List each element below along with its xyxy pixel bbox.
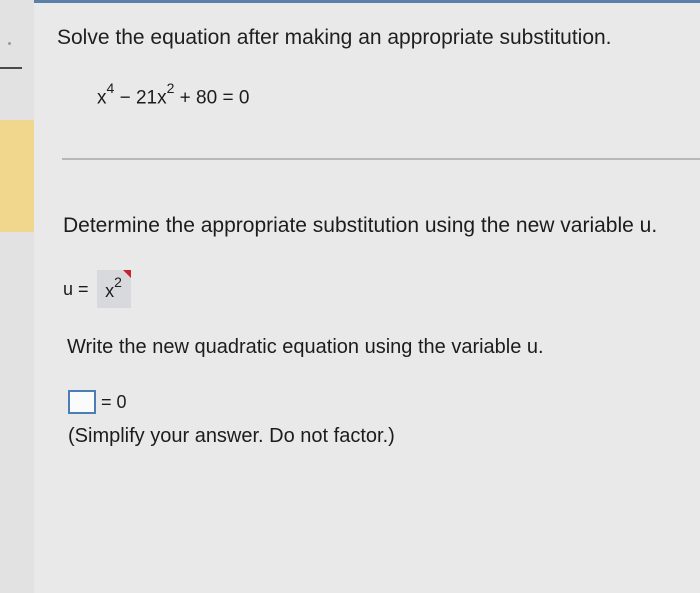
substitution-answer-base: x <box>105 281 115 301</box>
equation-base: x <box>97 87 107 109</box>
quadratic-rhs: = 0 <box>101 391 127 412</box>
quadratic-answer-row: = 0 <box>68 390 127 414</box>
top-accent-bar <box>0 0 700 3</box>
given-equation: x4 − 21x2 + 80 = 0 <box>97 80 250 109</box>
sidebar-marker <box>0 67 22 69</box>
quadratic-answer-input[interactable] <box>68 390 96 414</box>
answer-flag-icon <box>122 270 131 278</box>
question-title: Solve the equation after making an appro… <box>57 26 612 49</box>
section-divider <box>62 158 700 160</box>
equation-middle: − 21x <box>114 87 167 109</box>
equation-tail: + 80 = 0 <box>174 87 250 109</box>
left-sidebar-strip <box>0 0 34 593</box>
substitution-row: u = x2 <box>63 270 131 308</box>
answer-hint: (Simplify your answer. Do not factor.) <box>68 425 395 447</box>
substitution-lhs: u = <box>63 278 89 299</box>
quadratic-instruction: Write the new quadratic equation using t… <box>67 336 544 358</box>
substitution-answer-field[interactable]: x2 <box>96 270 131 308</box>
substitution-instruction: Determine the appropriate substitution u… <box>63 214 658 237</box>
equation-exponent-2: 2 <box>166 80 175 96</box>
substitution-answer-exponent: 2 <box>114 274 122 290</box>
equation-exponent-4: 4 <box>106 80 115 96</box>
sidebar-dot <box>8 42 11 45</box>
sidebar-highlight <box>0 120 34 232</box>
